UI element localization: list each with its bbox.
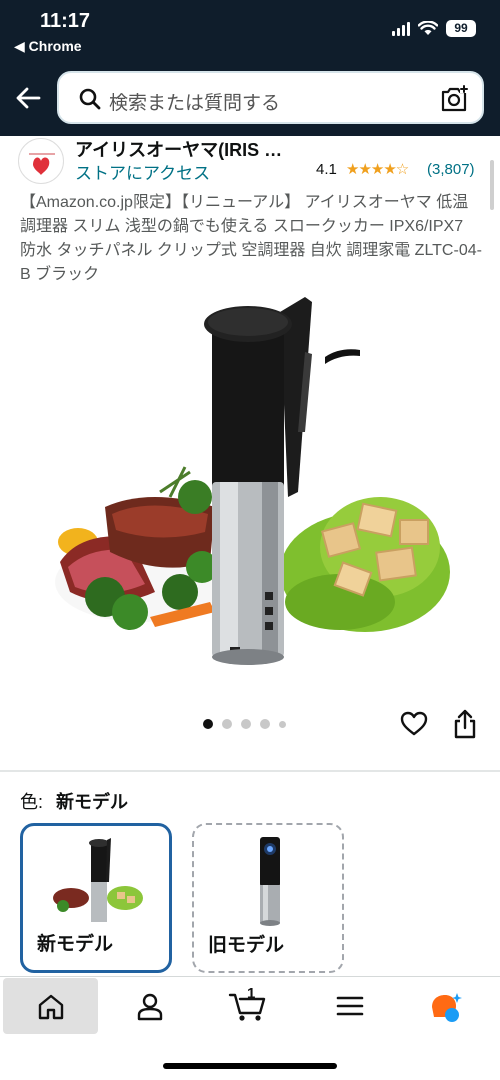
color-label-prefix: 色: [20,792,44,812]
camera-search-icon[interactable] [440,85,468,113]
color-selector-label: 色: 新モデル [20,788,128,814]
home-icon [38,994,64,1020]
back-arrow-icon[interactable] [14,84,42,112]
search-placeholder: 検索または質問する [109,93,281,114]
carousel-dot[interactable] [279,720,286,728]
search-icon [79,88,101,110]
variant-new-model-thumbnail [53,838,143,922]
nav-home-button[interactable] [3,978,98,1034]
scrollbar[interactable] [490,160,494,210]
variant-label: 新モデル [37,934,114,955]
carousel-dot-active[interactable] [203,719,213,729]
product-image[interactable] [50,292,450,682]
product-title: 【Amazon.co.jp限定】【リニューアル】 アイリスオーヤマ 低温調理器 … [20,194,482,283]
carousel-dot[interactable] [260,719,270,729]
section-divider [0,770,500,772]
variant-old-model[interactable]: 旧モデル [192,823,344,973]
iris-logo-icon [29,153,55,175]
account-icon[interactable] [135,991,165,1021]
rating-stars[interactable]: ★★★★☆ [346,160,409,178]
bottom-navigation: 1 [0,976,500,1080]
brand-logo[interactable] [18,138,64,184]
visit-store-link[interactable]: ストアにアクセス [75,159,210,184]
product-page: 11:17 ◀ Chrome 99 検索または質問する アイリスオーヤマ(IRI… [0,0,500,1080]
rating-count-link[interactable]: (3,807) [427,161,475,178]
menu-icon[interactable] [335,991,365,1021]
search-input[interactable]: 検索または質問する [57,71,484,124]
status-icons: 99 [392,20,476,37]
variant-old-model-thumbnail [260,837,280,926]
variant-label: 旧モデル [208,935,285,956]
status-time: 11:17 [40,10,91,32]
rufus-icon[interactable] [428,991,464,1023]
image-carousel-dots[interactable] [203,719,286,729]
variant-new-model[interactable]: 新モデル [20,823,172,973]
cart-count: 1 [247,985,256,1002]
battery-icon: 99 [446,20,476,37]
cart-button[interactable]: 1 [228,985,268,1023]
selected-color-value: 新モデル [56,792,129,812]
rating-value: 4.1 [316,161,337,178]
wifi-icon [418,21,438,35]
signal-icon [392,21,410,36]
back-to-app-link[interactable]: ◀ Chrome [14,38,82,55]
heart-icon[interactable] [400,710,428,738]
carousel-dot[interactable] [241,719,251,729]
home-indicator [163,1063,337,1069]
browser-header: 11:17 ◀ Chrome 99 検索または質問する [0,0,500,136]
share-icon[interactable] [452,709,478,739]
carousel-dot[interactable] [222,719,232,729]
